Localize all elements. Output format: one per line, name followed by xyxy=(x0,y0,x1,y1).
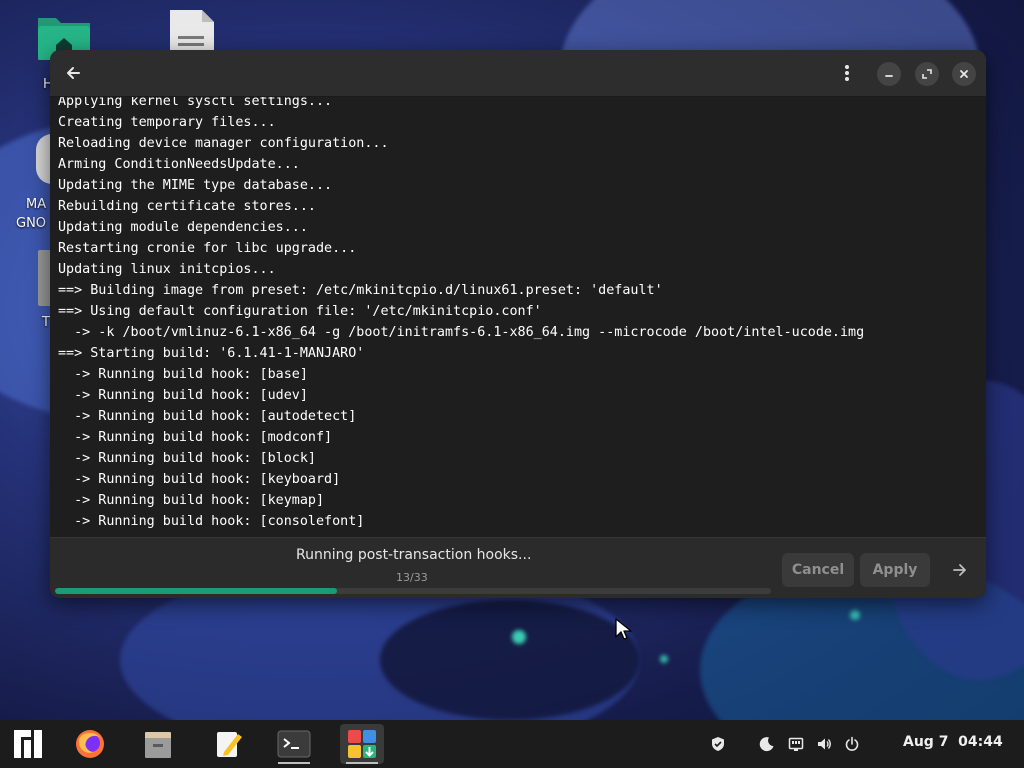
taskbar: Aug 7 04:44 xyxy=(0,720,1024,768)
progress-bar xyxy=(55,588,771,594)
close-button[interactable] xyxy=(952,62,976,86)
log-line: -> Running build hook: [keyboard] xyxy=(58,472,341,487)
tray-network[interactable] xyxy=(784,732,808,756)
file-manager-icon xyxy=(145,732,171,758)
text-editor-icon xyxy=(217,732,242,757)
log-line: Applying kernel sysctl settings... xyxy=(58,97,333,109)
log-line: -> Running build hook: [consolefont] xyxy=(58,514,365,529)
mouse-cursor-icon xyxy=(615,618,632,640)
log-line: Creating temporary files... xyxy=(58,115,276,130)
headerbar xyxy=(50,50,986,97)
terminal-icon xyxy=(277,730,311,758)
log-line: Updating the MIME type database... xyxy=(58,178,333,193)
manjaro-logo-icon xyxy=(14,730,42,758)
taskbar-terminal[interactable] xyxy=(272,724,316,764)
log-line: -> Running build hook: [udev] xyxy=(58,388,308,403)
volume-icon xyxy=(818,738,831,750)
power-icon xyxy=(845,736,859,751)
log-line: Arming ConditionNeedsUpdate... xyxy=(58,157,300,172)
minimize-button[interactable] xyxy=(877,62,901,86)
status-text: Running post-transaction hooks... xyxy=(296,547,532,563)
taskbar-firefox[interactable] xyxy=(68,724,112,764)
log-text: Applying kernel sysctl settings... Creati… xyxy=(58,97,986,532)
tray-night-light[interactable] xyxy=(755,732,779,756)
log-line: Restarting cronie for libc upgrade... xyxy=(58,241,357,256)
minimize-icon xyxy=(885,75,893,77)
firefox-icon xyxy=(76,730,104,758)
tray-volume[interactable] xyxy=(812,732,836,756)
tray-security[interactable] xyxy=(706,732,730,756)
log-line: ==> Starting build: '6.1.41-1-MANJARO' xyxy=(58,346,365,361)
taskbar-text-editor[interactable] xyxy=(206,724,250,764)
maximize-button[interactable] xyxy=(915,62,939,86)
progress-count: 13/33 xyxy=(396,571,428,584)
network-icon xyxy=(788,737,804,751)
clock[interactable]: Aug 7 04:44 xyxy=(903,734,1003,750)
taskbar-files[interactable] xyxy=(136,724,180,764)
log-line: -> Running build hook: [keymap] xyxy=(58,493,325,508)
menu-button[interactable] xyxy=(834,61,860,85)
log-line: -> Running build hook: [block] xyxy=(58,451,316,466)
forward-button[interactable] xyxy=(948,558,972,582)
maximize-icon xyxy=(922,69,932,79)
log-line: ==> Building image from preset: /etc/mki… xyxy=(58,283,663,298)
desktop-label-gnome: GNO xyxy=(16,216,47,231)
kebab-menu-icon xyxy=(845,65,849,81)
terminal-running-indicator xyxy=(278,762,310,764)
taskbar-software-manager[interactable] xyxy=(340,724,384,764)
cancel-button[interactable]: Cancel xyxy=(782,553,854,587)
desktop-label-trash: T xyxy=(42,315,50,330)
log-line: Rebuilding certificate stores... xyxy=(58,199,316,214)
forward-arrow-icon xyxy=(953,564,966,576)
log-line: -> Running build hook: [autodetect] xyxy=(58,409,357,424)
software-manager-icon xyxy=(348,730,376,758)
apply-button[interactable]: Apply xyxy=(860,553,930,587)
log-line: -> -k /boot/vmlinuz-6.1-x86_64 -g /boot/… xyxy=(58,325,865,340)
log-line: Updating module dependencies... xyxy=(58,220,308,235)
app-menu-button[interactable] xyxy=(6,724,50,764)
software-manager-running-indicator xyxy=(346,762,378,764)
desktop-label-manjaro: MA xyxy=(26,197,47,212)
log-line: Updating linux initcpios... xyxy=(58,262,276,277)
transaction-bar: Running post-transaction hooks... 13/33 … xyxy=(50,537,986,598)
log-line: -> Running build hook: [modconf] xyxy=(58,430,333,445)
transaction-log[interactable]: Applying kernel sysctl settings... Creati… xyxy=(50,97,986,537)
night-light-icon xyxy=(759,737,774,752)
software-update-window: Applying kernel sysctl settings... Creati… xyxy=(50,50,986,598)
tray-power[interactable] xyxy=(840,732,864,756)
back-button[interactable] xyxy=(60,61,86,85)
progress-bar-fill xyxy=(55,588,338,594)
log-line: -> Running build hook: [base] xyxy=(58,367,308,382)
log-line: Reloading device manager configuration..… xyxy=(58,136,389,151)
log-line: ==> Using default configuration file: '/… xyxy=(58,304,542,319)
close-icon xyxy=(960,70,968,78)
back-arrow-icon xyxy=(67,67,80,79)
shield-icon xyxy=(712,737,724,751)
